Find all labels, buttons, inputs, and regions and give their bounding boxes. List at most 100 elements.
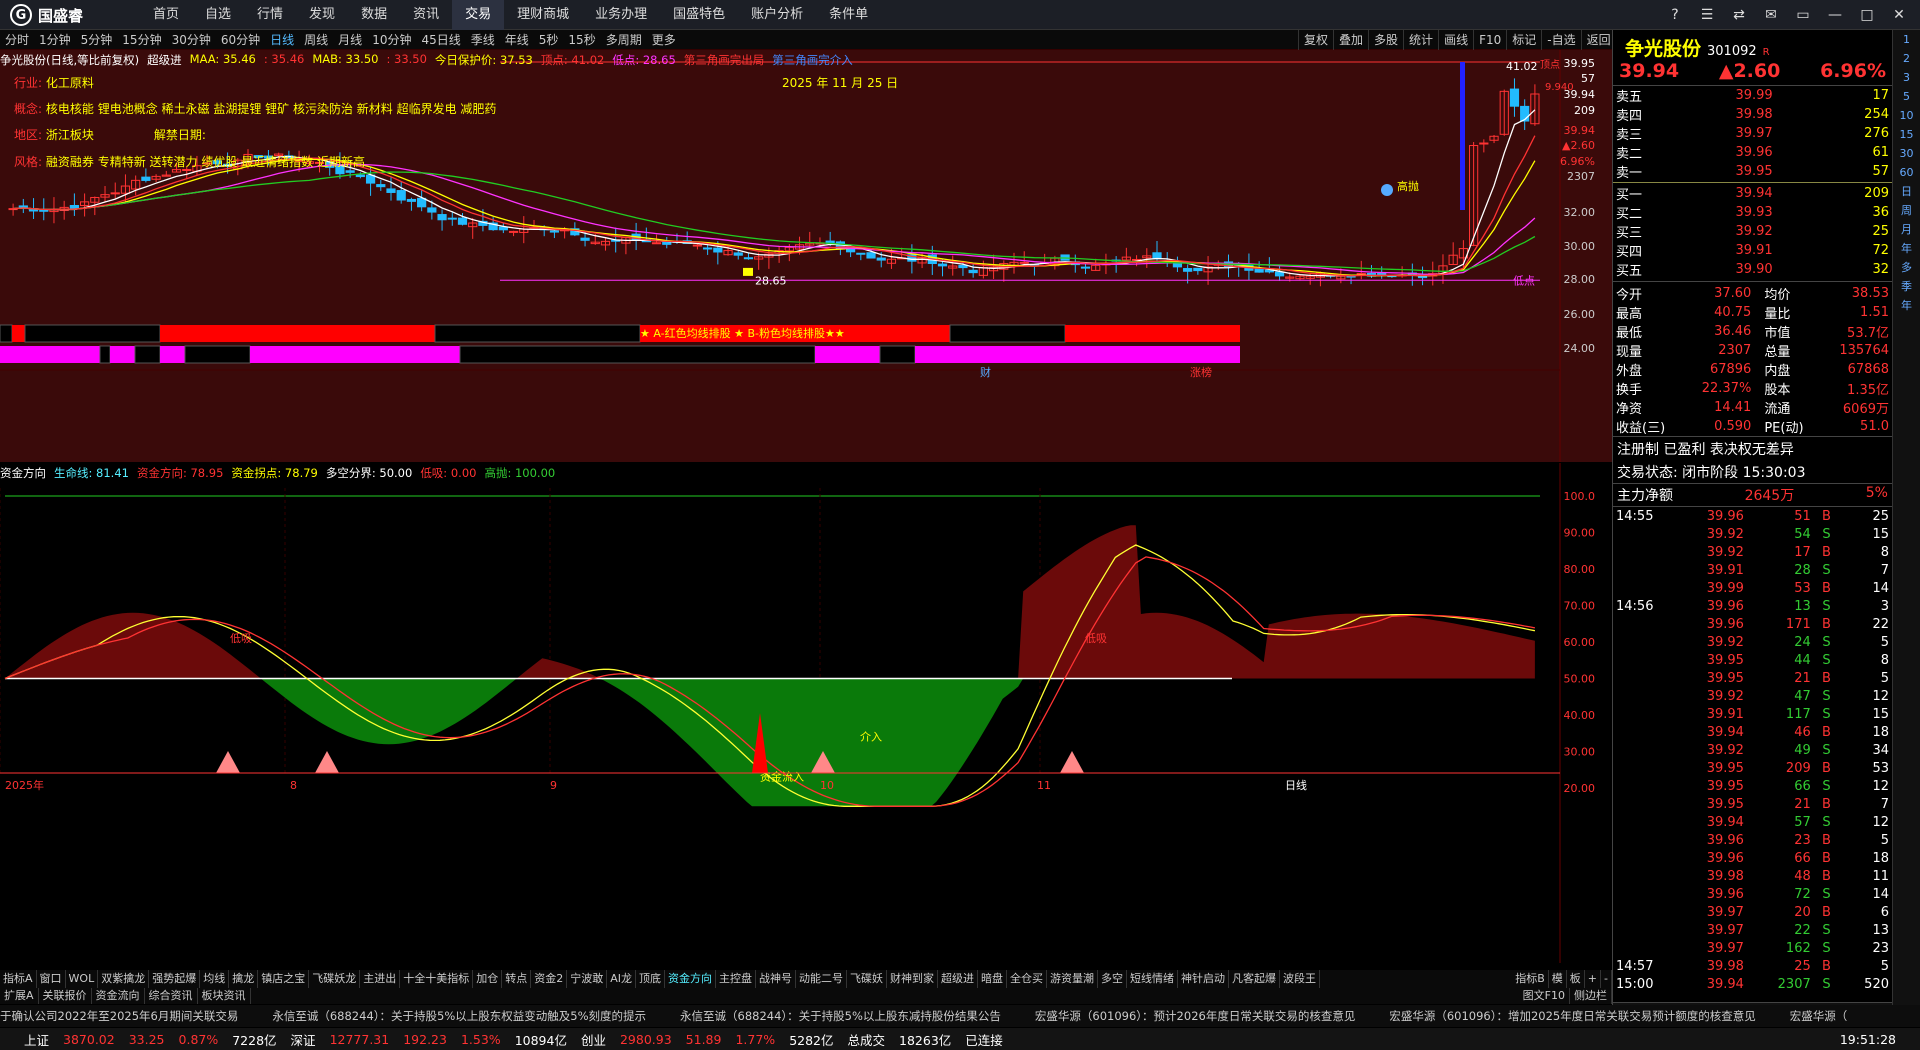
bid-row[interactable]: 买一 39.94 209 [1613,184,1892,203]
indicator-tab-27[interactable]: 多空 [1098,970,1127,988]
period-tab-7[interactable]: 周线 [299,30,333,49]
indicator-tab-right-4[interactable]: - [1601,970,1612,988]
sidebar-item-10[interactable]: 月 [1893,220,1920,239]
period-tab-9[interactable]: 10分钟 [367,30,416,49]
index-name[interactable]: 深证 [291,1030,316,1049]
menu-item-8[interactable]: 业务办理 [582,0,660,30]
ask-row[interactable]: 卖二 39.96 61 [1613,143,1892,162]
menu-item-9[interactable]: 国盛特色 [660,0,738,30]
indicator-tab-23[interactable]: 超级进 [938,970,978,988]
tool-button-2[interactable]: 多股 [1368,30,1403,50]
sidebar-item-12[interactable]: 多 [1893,258,1920,277]
window-control-icon-6[interactable]: □ [1856,4,1878,26]
index-name[interactable]: 上证 [24,1030,49,1049]
sidebar-item-13[interactable]: 季 [1893,277,1920,296]
sidebar-item-8[interactable]: 日 [1893,182,1920,201]
indicator-tab-right-0[interactable]: 指标B [1512,970,1549,988]
menu-item-6[interactable]: 交易 [452,0,505,30]
indicator-tab-18[interactable]: 主控盘 [716,970,756,988]
period-tab-5[interactable]: 60分钟 [216,30,265,49]
bid-row[interactable]: 买二 39.93 36 [1613,203,1892,222]
indicator-tab-2[interactable]: WOL [66,970,99,988]
indicator-tab-11[interactable]: 加仓 [473,970,503,988]
indicator-tab-30[interactable]: 凡客起爆 [1229,970,1280,988]
indicator-tab-7[interactable]: 镇店之宝 [258,970,310,988]
stock-name[interactable]: 争光股份 [1625,34,1701,61]
extension-right-1[interactable]: 侧边栏 [1570,988,1612,1004]
indicator-tab-10[interactable]: 十全十美指标 [400,970,474,988]
indicator-tab-3[interactable]: 双紫擒龙 [98,970,150,988]
indicator-tab-right-3[interactable]: + [1585,970,1602,988]
period-tab-12[interactable]: 年线 [500,30,534,49]
period-tab-1[interactable]: 1分钟 [34,30,76,49]
sidebar-item-7[interactable]: 60 [1893,163,1920,182]
period-tab-0[interactable]: 分时 [0,30,34,49]
indicator-tab-21[interactable]: 飞碟妖 [847,970,887,988]
window-control-icon-1[interactable]: ☰ [1696,4,1718,26]
extension-tab-3[interactable]: 综合资讯 [145,988,198,1004]
extension-tab-2[interactable]: 资金流向 [92,988,145,1004]
menu-item-7[interactable]: 理财商城 [504,0,582,30]
period-tab-15[interactable]: 多周期 [601,30,647,49]
sidebar-item-5[interactable]: 15 [1893,125,1920,144]
window-control-icon-2[interactable]: ⇄ [1728,4,1750,26]
menu-item-5[interactable]: 资讯 [400,0,452,30]
indicator-tab-24[interactable]: 暗盘 [978,970,1007,988]
period-tab-8[interactable]: 月线 [333,30,367,49]
menu-item-3[interactable]: 发现 [296,0,348,30]
indicator-tab-14[interactable]: 宁波敢 [567,970,608,988]
sidebar-item-2[interactable]: 3 [1893,68,1920,87]
indicator-tab-1[interactable]: 窗口 [37,970,66,988]
tool-button-8[interactable]: 返回 [1580,30,1616,50]
tool-button-6[interactable]: 标记 [1506,30,1541,50]
window-control-icon-5[interactable]: — [1824,4,1846,26]
ask-row[interactable]: 卖三 39.97 276 [1613,124,1892,143]
tool-button-4[interactable]: 画线 [1438,30,1473,50]
indicator-tab-12[interactable]: 转点 [502,970,532,988]
indicator-tab-29[interactable]: 神针启动 [1178,970,1229,988]
ticker-item[interactable]: 于确认公司2022年至2025年6月期间关联交易 [0,1009,238,1023]
indicator-tab-0[interactable]: 指标A [0,970,37,988]
period-tab-16[interactable]: 更多 [647,30,681,49]
index-name[interactable]: 创业 [581,1030,606,1049]
sidebar-item-0[interactable]: 1 [1893,30,1920,49]
sidebar-item-3[interactable]: 5 [1893,87,1920,106]
tool-button-1[interactable]: 叠加 [1333,30,1368,50]
sidebar-item-1[interactable]: 2 [1893,49,1920,68]
window-control-icon-7[interactable]: ✕ [1888,4,1910,26]
ticker-item[interactable]: 永信至诚（688244）：关于持股5%以上股东减持股份结果公告 [680,1009,1001,1023]
indicator-tab-19[interactable]: 战神号 [756,970,796,988]
tool-button-5[interactable]: F10 [1473,30,1506,50]
indicator-tab-8[interactable]: 飞碟妖龙 [309,970,361,988]
bid-row[interactable]: 买三 39.92 25 [1613,222,1892,241]
sidebar-item-4[interactable]: 10 [1893,106,1920,125]
menu-item-4[interactable]: 数据 [348,0,400,30]
ticker-item[interactable]: 宏盛华源（601096）：增加2025年度日常关联交易预计额度的核查意见 [1389,1009,1755,1023]
app-logo[interactable]: G 国盛睿 [10,4,83,26]
ticker-item[interactable]: 宏盛华源（601096）：预计2026年度日常关联交易的核查意见 [1035,1009,1355,1023]
indicator-tab-15[interactable]: AI龙 [607,970,636,988]
ask-row[interactable]: 卖五 39.99 17 [1613,86,1892,105]
tool-button-0[interactable]: 复权 [1298,30,1333,50]
tool-button-3[interactable]: 统计 [1403,30,1438,50]
ask-row[interactable]: 卖四 39.98 254 [1613,105,1892,124]
extension-tab-1[interactable]: 关联报价 [39,988,92,1004]
period-tab-3[interactable]: 15分钟 [117,30,166,49]
menu-item-1[interactable]: 自选 [192,0,244,30]
menu-item-11[interactable]: 条件单 [816,0,881,30]
tool-button-7[interactable]: -自选 [1541,30,1580,50]
indicator-tab-17[interactable]: 资金方向 [665,970,716,988]
period-tab-10[interactable]: 45日线 [416,30,465,49]
menu-item-2[interactable]: 行情 [244,0,296,30]
indicator-tab-31[interactable]: 波段王 [1280,970,1320,988]
indicator-chart[interactable]: 低吸资金流入介入低吸2025年 8 9 10 11 日线100.090.0080.0070… [0,463,1612,963]
sidebar-item-9[interactable]: 周 [1893,201,1920,220]
indicator-tab-right-2[interactable]: 板 [1567,970,1585,988]
indicator-tab-20[interactable]: 动能二号 [796,970,847,988]
indicator-tab-26[interactable]: 游资量潮 [1047,970,1098,988]
indicator-tab-5[interactable]: 均线 [200,970,230,988]
extension-tab-4[interactable]: 板块资讯 [198,988,251,1004]
period-tab-14[interactable]: 15秒 [563,30,600,49]
indicator-tab-22[interactable]: 财神到家 [887,970,938,988]
ticker-item[interactable]: 永信至诚（688244）：关于持股5%以上股东权益变动触及5%刻度的提示 [272,1009,646,1023]
